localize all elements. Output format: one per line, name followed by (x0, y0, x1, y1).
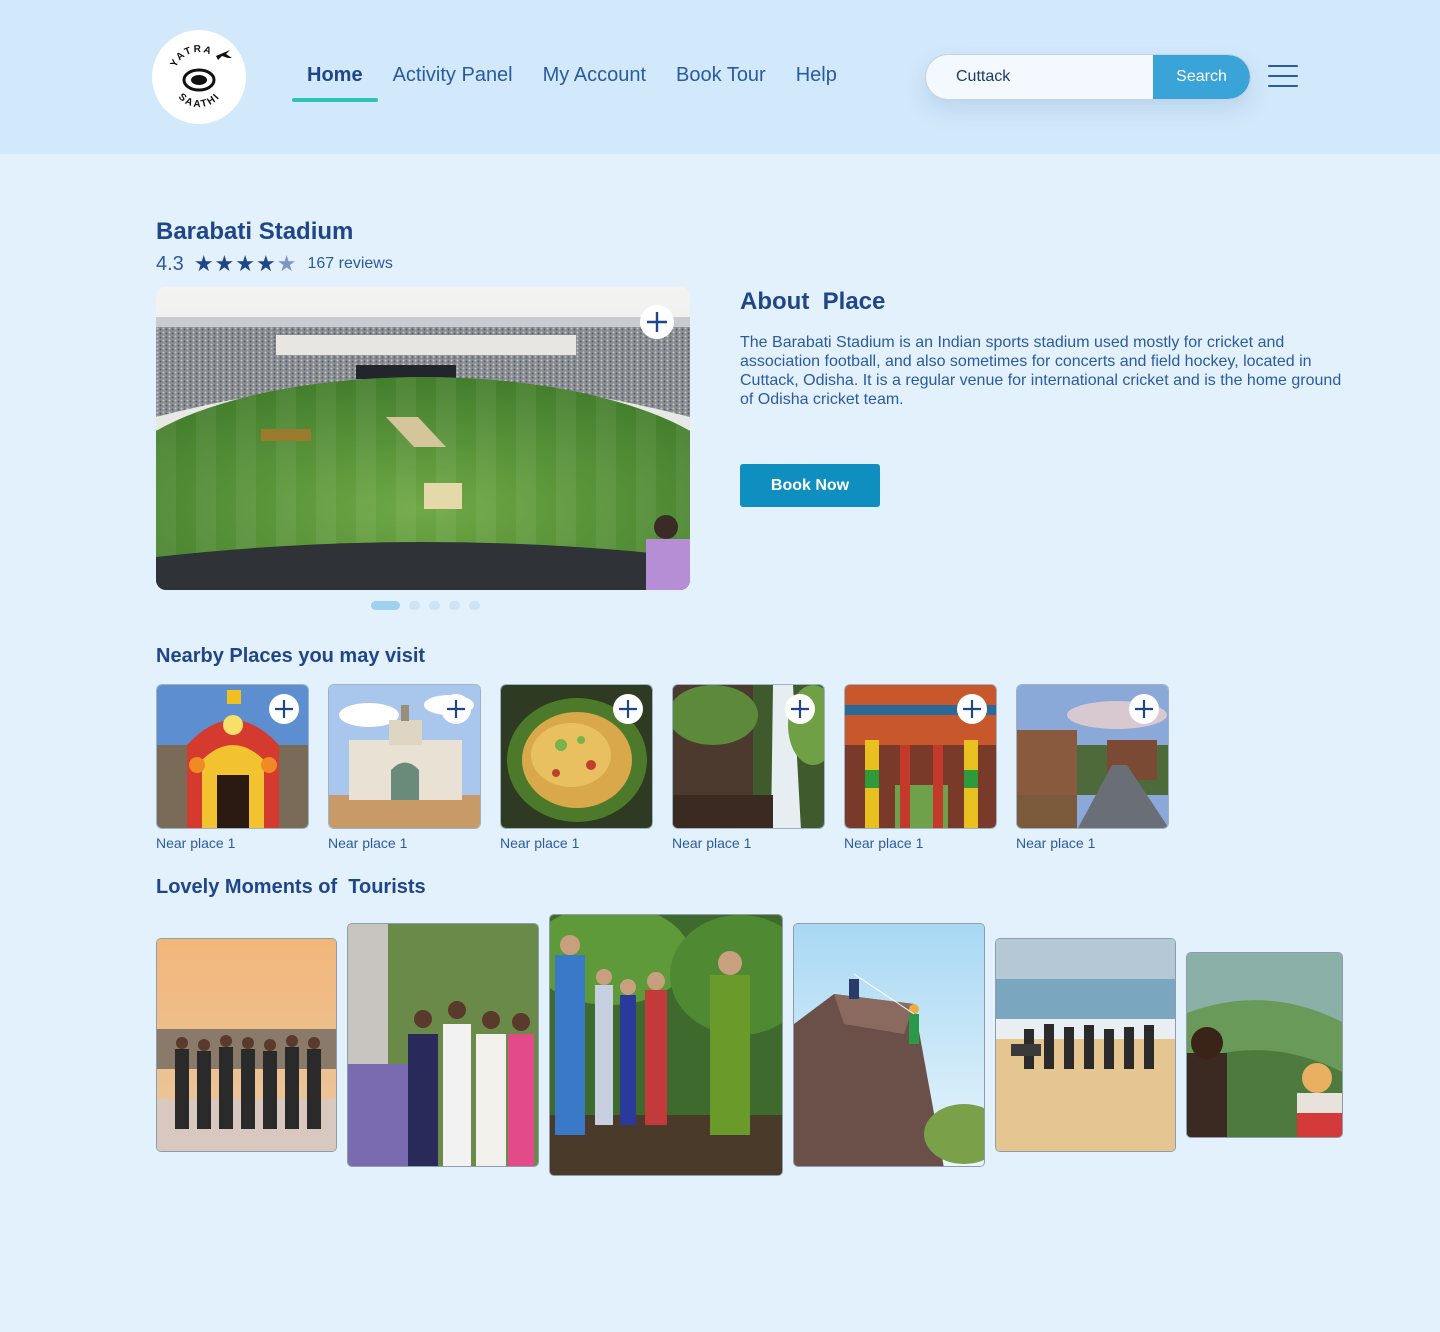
page-title: Barabati Stadium (156, 218, 354, 245)
nav-book-tour[interactable]: Book Tour (661, 62, 781, 102)
about-description: The Barabati Stadium is an Indian sports… (740, 334, 1342, 408)
carousel-dot[interactable] (371, 601, 400, 610)
carousel-dot[interactable] (449, 601, 460, 610)
rating-value: 4.3 (156, 252, 184, 275)
svg-text:YATRA: YATRA (169, 44, 215, 69)
about-title: About Place (740, 288, 886, 315)
carousel-dots (371, 601, 489, 610)
logo-text-top: YATRA (169, 44, 213, 69)
star-icon: ★ (193, 251, 214, 276)
logo-text-bottom: SAATHI (176, 91, 221, 110)
hamburger-menu-icon[interactable] (1268, 65, 1298, 89)
search-button[interactable]: Search (1153, 55, 1250, 99)
main-nav: Home Activity Panel My Account Book Tour… (292, 62, 852, 102)
nearby-section-title: Nearby Places you may visit (156, 645, 426, 667)
nearby-card[interactable]: Near place 1 (156, 684, 309, 854)
tourist-moment-photo[interactable] (156, 938, 337, 1152)
nearby-label: Near place 1 (156, 835, 236, 851)
nearby-photo (328, 684, 481, 829)
top-header: YATRA SAATHI Home Activity Panel My Acco… (0, 0, 1440, 154)
nearby-photo (156, 684, 309, 829)
hero-carousel-image[interactable] (156, 287, 690, 590)
yatra-saathi-logo[interactable]: YATRA SAATHI (152, 30, 246, 124)
nearby-label: Near place 1 (500, 835, 580, 851)
nav-activity-panel[interactable]: Activity Panel (378, 62, 528, 102)
tourist-moment-photo[interactable] (347, 923, 539, 1167)
carousel-dot[interactable] (429, 601, 440, 610)
search-bar: Search (925, 54, 1251, 100)
tourist-moment-photo[interactable] (793, 923, 985, 1167)
nearby-card[interactable]: Near place 1 (844, 684, 997, 854)
nearby-card[interactable]: Near place 1 (500, 684, 653, 854)
add-icon[interactable] (957, 694, 987, 724)
book-now-button[interactable]: Book Now (740, 464, 880, 507)
svg-text:SAATHI: SAATHI (176, 91, 223, 110)
tourist-moment-photo[interactable] (1186, 952, 1343, 1138)
rating-row: 4.3 ★ ★ ★ ★ ★ 167 reviews (156, 252, 393, 276)
nearby-label: Near place 1 (844, 835, 924, 851)
nav-help[interactable]: Help (781, 62, 852, 102)
nearby-card[interactable]: Near place 1 (672, 684, 825, 854)
stadium-photo (156, 287, 690, 590)
nearby-photo (500, 684, 653, 829)
nearby-label: Near place 1 (1016, 835, 1096, 851)
tourist-moment-photo[interactable] (549, 914, 783, 1176)
nav-my-account[interactable]: My Account (528, 62, 661, 102)
add-icon[interactable] (613, 694, 643, 724)
add-icon[interactable] (1129, 694, 1159, 724)
add-to-list-icon[interactable] (640, 305, 674, 339)
star-icon: ★ (214, 251, 235, 276)
tourist-moment-photo[interactable] (995, 938, 1176, 1152)
half-star-icon: ★ (276, 251, 297, 276)
nearby-photo (1016, 684, 1169, 829)
add-icon[interactable] (785, 694, 815, 724)
logo-emblem-icon: YATRA SAATHI (169, 44, 232, 110)
carousel-dot[interactable] (469, 601, 480, 610)
carousel-dot[interactable] (409, 601, 420, 610)
nearby-label: Near place 1 (672, 835, 752, 851)
nearby-card[interactable]: Near place 1 (1016, 684, 1169, 854)
review-count[interactable]: 167 reviews (307, 255, 392, 273)
nearby-photo (844, 684, 997, 829)
nearby-photo (672, 684, 825, 829)
moments-section-title: Lovely Moments of Tourists (156, 876, 426, 898)
add-icon[interactable] (441, 694, 471, 724)
nav-home[interactable]: Home (292, 62, 378, 102)
search-input[interactable] (926, 55, 1154, 99)
nearby-card[interactable]: Near place 1 (328, 684, 481, 854)
nearby-label: Near place 1 (328, 835, 408, 851)
star-icon: ★ (256, 251, 276, 276)
add-icon[interactable] (269, 694, 299, 724)
star-icon: ★ (235, 251, 256, 276)
